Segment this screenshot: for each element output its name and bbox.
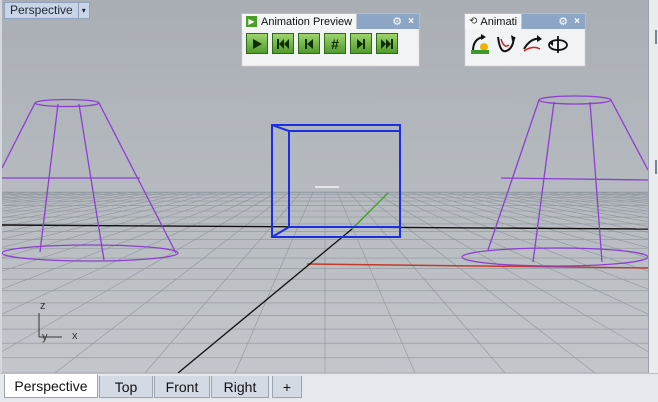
play-button[interactable] — [246, 33, 268, 54]
viewport-title[interactable]: Perspective ▾ — [4, 2, 90, 19]
previous-frame-button[interactable] — [298, 33, 320, 54]
rotate-view-icon[interactable] — [547, 33, 569, 55]
close-icon[interactable]: × — [574, 16, 580, 27]
first-frame-button[interactable] — [272, 33, 294, 54]
frame-number-button[interactable]: # — [324, 33, 346, 54]
next-frame-icon — [357, 38, 365, 49]
gear-icon[interactable]: ⚙ — [558, 15, 568, 28]
last-frame-icon — [381, 38, 393, 49]
previous-frame-icon — [305, 38, 313, 49]
z-axis-label: z — [40, 300, 46, 312]
y-axis-label: y — [42, 331, 48, 343]
viewport-tab-bar: Perspective Top Front Right + — [0, 373, 658, 402]
close-icon[interactable]: × — [408, 16, 414, 27]
tab-top[interactable]: Top — [99, 376, 153, 398]
tab-front[interactable]: Front — [154, 376, 210, 398]
animation-preview-tab[interactable]: ▶ Animation Preview — [242, 14, 358, 29]
splitter-mark — [655, 160, 657, 174]
play-small-icon: ▶ — [246, 16, 257, 27]
animation-preview-title: Animation Preview — [261, 15, 353, 28]
gear-icon[interactable]: ⚙ — [392, 15, 402, 28]
x-axis-label: x — [72, 330, 78, 342]
viewport-title-label: Perspective — [4, 2, 79, 19]
first-frame-icon — [277, 38, 289, 49]
turntable-icon[interactable] — [521, 33, 543, 55]
last-frame-button[interactable] — [376, 33, 398, 54]
animation-preview-toolbar: ▶ Animation Preview ⚙ × # — [241, 13, 420, 67]
tab-right[interactable]: Right — [211, 376, 269, 398]
splitter-mark — [655, 30, 657, 44]
viewport-menu-arrow-icon[interactable]: ▾ — [78, 2, 90, 19]
animation-toolbar: ⟲ Animati ⚙ × — [464, 13, 586, 67]
camera-path-icon[interactable] — [495, 33, 517, 55]
next-frame-button[interactable] — [350, 33, 372, 54]
right-scroll-strip — [648, 0, 658, 373]
tab-perspective[interactable]: Perspective — [4, 374, 98, 398]
set-camera-path-icon[interactable] — [469, 33, 491, 55]
frame-number-icon: # — [331, 35, 339, 52]
animation-tab[interactable]: ⟲ Animati — [465, 14, 523, 29]
rotate-small-icon: ⟲ — [469, 16, 478, 27]
play-icon — [253, 38, 262, 49]
add-tab-button[interactable]: + — [272, 376, 302, 398]
animation-tab-title: Animati — [480, 15, 518, 28]
